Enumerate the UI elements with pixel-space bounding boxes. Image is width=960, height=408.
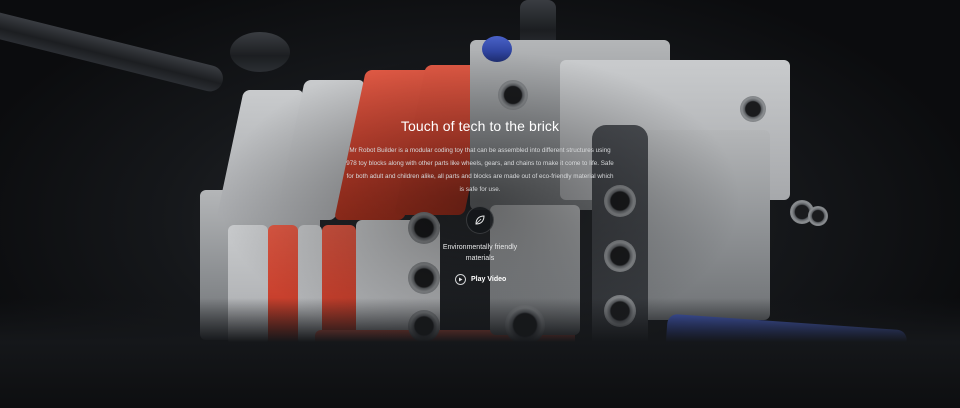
hero-title: Touch of tech to the brick <box>400 118 560 134</box>
eco-feature: Environmentally friendly materials <box>432 206 528 264</box>
hero-section: Touch of tech to the brick Mr Robot Buil… <box>0 0 960 408</box>
hero-content: Touch of tech to the brick Mr Robot Buil… <box>340 118 620 196</box>
play-video-label: Play Video <box>471 276 507 283</box>
feature-label: Environmentally friendly materials <box>442 244 518 262</box>
play-icon <box>455 274 466 285</box>
play-video-button[interactable]: Play Video <box>455 274 506 285</box>
hero-description: Mr Robot Builder is a modular coding toy… <box>346 147 614 193</box>
floor-gradient <box>0 298 960 408</box>
leaf-icon <box>466 206 494 234</box>
